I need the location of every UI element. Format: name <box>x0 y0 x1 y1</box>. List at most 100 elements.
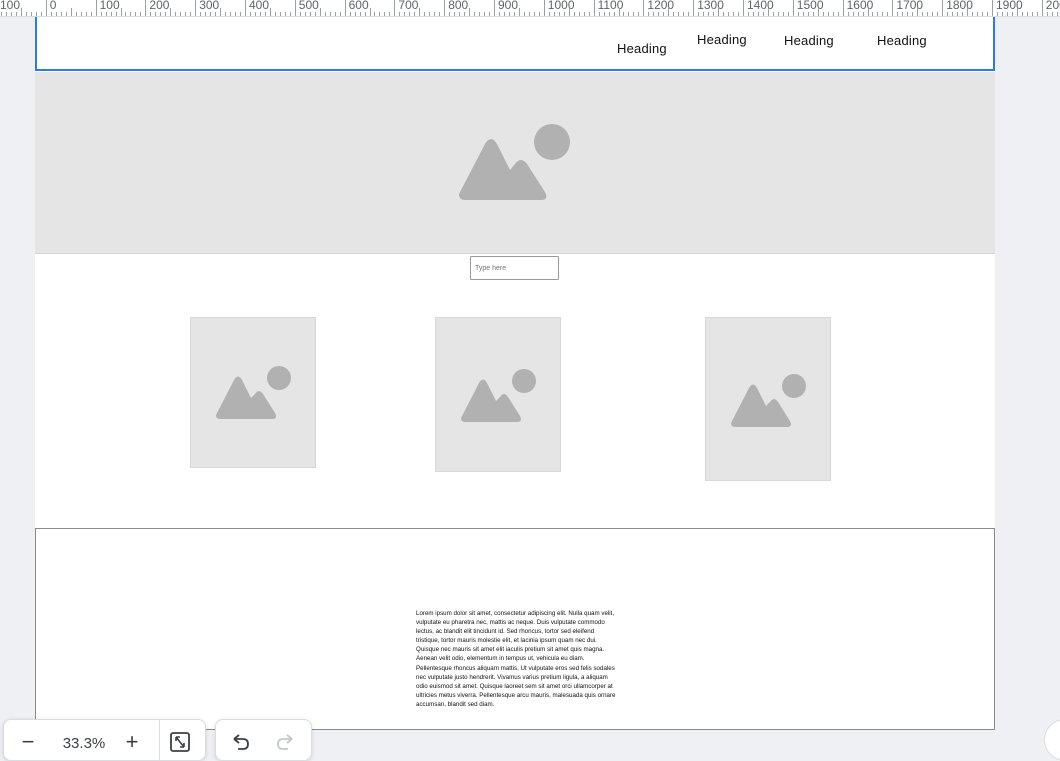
ruler-major-tick <box>1041 0 1043 16</box>
ruler-minor-tick <box>160 12 162 16</box>
ruler-minor-tick <box>235 12 237 16</box>
ruler-minor-tick <box>1006 12 1008 16</box>
ruler-major-tick <box>693 0 695 16</box>
card-image-2[interactable] <box>435 317 561 472</box>
ruler-minor-tick <box>110 12 112 16</box>
card-image-1[interactable] <box>190 317 316 468</box>
ruler-minor-tick <box>249 12 251 16</box>
ruler-minor-tick <box>847 12 849 16</box>
ruler-minor-tick <box>75 12 77 16</box>
hero-image-placeholder[interactable] <box>35 72 995 254</box>
ruler-minor-tick <box>1031 12 1033 16</box>
ruler-minor-tick <box>947 12 949 16</box>
ruler-major-tick <box>942 0 944 16</box>
text-input[interactable] <box>470 256 559 280</box>
ruler-minor-tick <box>100 12 102 16</box>
redo-icon <box>277 734 293 750</box>
footer-section[interactable]: Lorem ipsum dolor sit amet, consectetur … <box>35 528 995 730</box>
ruler-label: 400 <box>249 0 270 12</box>
ruler-minor-tick <box>364 12 366 16</box>
ruler-minor-tick <box>797 12 799 16</box>
ruler-major-tick <box>842 0 844 16</box>
ruler-label: 900 <box>498 0 519 12</box>
ruler-minor-tick <box>583 12 585 16</box>
ruler-minor-tick <box>1001 12 1003 16</box>
ruler-major-tick <box>494 0 495 16</box>
undo-button[interactable] <box>226 728 254 756</box>
help-button[interactable] <box>1044 719 1060 761</box>
horizontal-ruler: 100 0 100 200 300 400 500 600 700 800 900 1000 1100 1… <box>0 0 1060 17</box>
ruler-minor-tick <box>533 12 535 16</box>
ruler-minor-tick <box>987 12 989 16</box>
ruler-minor-tick <box>35 12 37 16</box>
ruler-label: 2000 <box>1045 0 1060 12</box>
ruler-minor-tick <box>55 12 57 16</box>
ruler-minor-tick <box>578 12 580 16</box>
ruler-minor-tick <box>782 12 784 16</box>
ruler-minor-tick <box>454 12 456 16</box>
ruler-major-tick <box>543 0 545 16</box>
ruler-minor-tick <box>259 12 261 16</box>
ruler-major-tick <box>344 0 346 16</box>
ruler-minor-tick <box>623 12 625 16</box>
ruler-minor-tick <box>414 12 416 16</box>
ruler-minor-tick <box>548 12 550 16</box>
ruler-minor-tick <box>135 12 137 16</box>
ruler-minor-tick <box>762 12 764 16</box>
ruler-minor-tick <box>25 12 27 16</box>
page-canvas[interactable]: Heading Heading Heading Heading Lorem i <box>35 17 995 730</box>
ruler-minor-tick <box>713 12 715 16</box>
ruler-minor-tick <box>170 8 172 16</box>
ruler-minor-tick <box>603 12 605 16</box>
footer-paragraph[interactable]: Lorem ipsum dolor sit amet, consectetur … <box>416 609 616 709</box>
card-image-3[interactable] <box>705 317 831 481</box>
ruler-label: 100 <box>0 0 21 12</box>
ruler-major-tick <box>95 0 97 16</box>
ruler-minor-tick <box>354 12 356 16</box>
zoom-out-button[interactable]: − <box>14 728 42 756</box>
ruler-major-tick <box>394 0 396 16</box>
nav-heading-1[interactable]: Heading <box>617 41 667 56</box>
ruler-major-tick <box>643 0 645 16</box>
ruler-minor-tick <box>339 12 341 16</box>
ruler-minor-tick <box>503 12 505 16</box>
zoom-level[interactable]: 33.3% <box>50 735 118 752</box>
nav-heading-2[interactable]: Heading <box>697 32 747 47</box>
ruler-minor-tick <box>618 8 620 16</box>
ruler-label: 1600 <box>846 0 874 12</box>
ruler-major-tick <box>992 0 993 16</box>
ruler-minor-tick <box>399 12 401 16</box>
ruler-minor-tick <box>558 12 560 16</box>
ruler-minor-tick <box>1056 12 1058 16</box>
ruler-minor-tick <box>573 12 575 16</box>
ruler-minor-tick <box>518 8 520 16</box>
ruler-minor-tick <box>683 12 685 16</box>
ruler-minor-tick <box>498 12 500 16</box>
ruler-major-tick <box>195 0 197 16</box>
ruler-label: 1200 <box>647 0 675 12</box>
ruler-label: 1300 <box>697 0 724 12</box>
ruler-minor-tick <box>538 12 540 16</box>
ruler-minor-tick <box>528 12 530 16</box>
ruler-major-tick <box>145 0 147 16</box>
ruler-label: 1900 <box>996 0 1023 12</box>
ruler-minor-tick <box>449 12 451 16</box>
ruler-minor-tick <box>479 12 481 16</box>
ruler-minor-tick <box>15 12 17 16</box>
ruler-minor-tick <box>185 12 187 16</box>
nav-heading-3[interactable]: Heading <box>784 33 834 48</box>
fit-screen-button[interactable] <box>166 728 194 756</box>
zoom-in-button[interactable]: + <box>118 728 146 756</box>
ruler-minor-tick <box>299 12 301 16</box>
ruler-minor-tick <box>588 12 590 16</box>
header-section[interactable]: Heading Heading Heading Heading <box>35 17 995 71</box>
ruler-major-tick <box>593 0 595 16</box>
redo-button[interactable] <box>272 728 300 756</box>
ruler-minor-tick <box>523 12 525 16</box>
ruler-minor-tick <box>200 12 202 16</box>
nav-heading-4[interactable]: Heading <box>877 33 927 48</box>
ruler-minor-tick <box>857 12 859 16</box>
ruler-minor-tick <box>284 12 286 16</box>
ruler-minor-tick <box>389 12 391 16</box>
ruler-minor-tick <box>304 12 306 16</box>
